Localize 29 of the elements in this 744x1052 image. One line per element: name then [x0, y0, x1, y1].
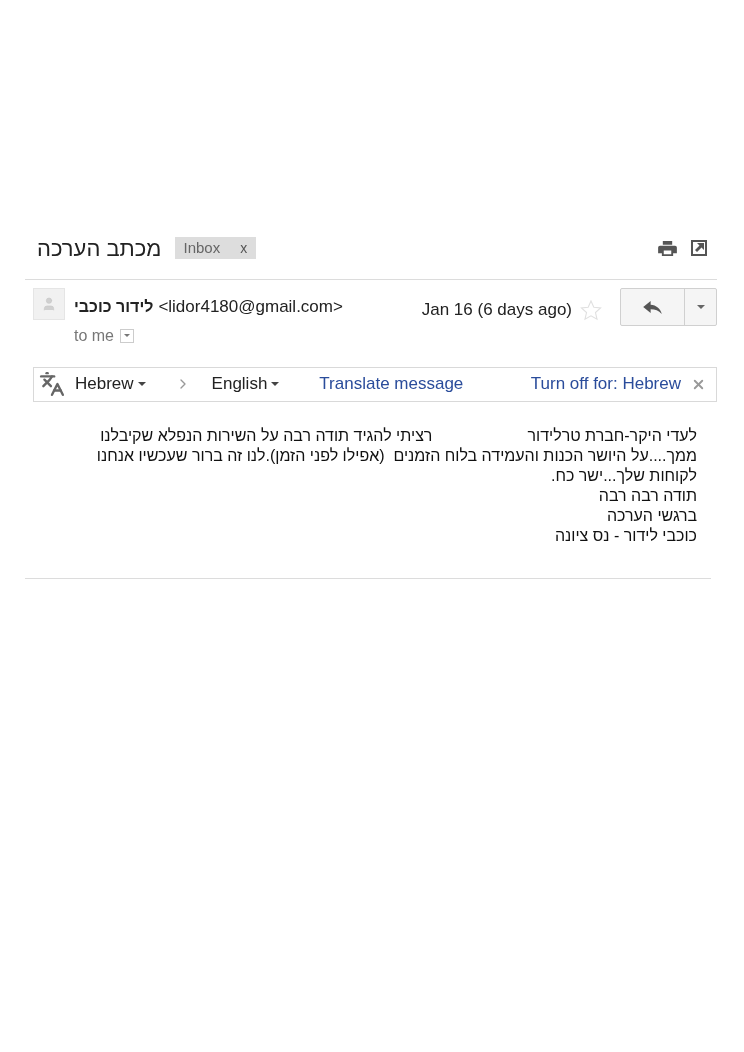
body-text: ממך....על היושר הכנות והעמידה בלוח הזמנים (אפילו לפני הזמן).לנו זה ברור שעכשיו אנחנו — [96, 445, 697, 466]
email-subject: מכתב הערכה — [37, 234, 162, 263]
avatar-icon — [33, 288, 65, 320]
recipient-text: to me — [74, 325, 114, 346]
translate-message-link[interactable]: Translate message — [319, 371, 464, 397]
caret-icon — [271, 382, 280, 386]
body-text: ברגשי הערכה — [606, 505, 697, 526]
details-dropdown[interactable] — [120, 328, 134, 343]
remove-label-button[interactable]: x — [240, 241, 248, 255]
body-text: רציתי להגיד תודה רבה על השירות הנפלא שקיבלנו — [100, 425, 433, 446]
caret-icon — [137, 382, 146, 386]
print-icon[interactable] — [658, 240, 677, 256]
body-text: כוכבי לידור - נס ציונה — [554, 525, 697, 546]
label-name[interactable]: Inbox — [183, 236, 221, 260]
caret-icon — [124, 334, 130, 337]
sender-email: <lidor4180@gmail.com> — [158, 296, 343, 318]
message-date: Jan 16 (6 days ago) — [421, 299, 572, 322]
new-window-icon[interactable] — [691, 240, 707, 256]
body-text: לקוחות שלך...ישר כח. — [550, 465, 697, 486]
body-text: תודה רבה רבה — [598, 485, 697, 506]
source-language-dropdown[interactable]: Hebrew — [75, 371, 146, 397]
body-text: לעדי היקר-חברת טרלידור — [527, 425, 697, 446]
translate-icon — [39, 371, 65, 397]
star-icon[interactable] — [580, 299, 602, 321]
reply-icon — [643, 300, 662, 314]
caret-icon — [696, 305, 705, 309]
target-language-dropdown[interactable]: English — [211, 371, 280, 397]
sender-name: לידור כוכבי — [74, 296, 154, 317]
turn-off-translation-link[interactable]: Turn off for: Hebrew — [530, 371, 681, 397]
